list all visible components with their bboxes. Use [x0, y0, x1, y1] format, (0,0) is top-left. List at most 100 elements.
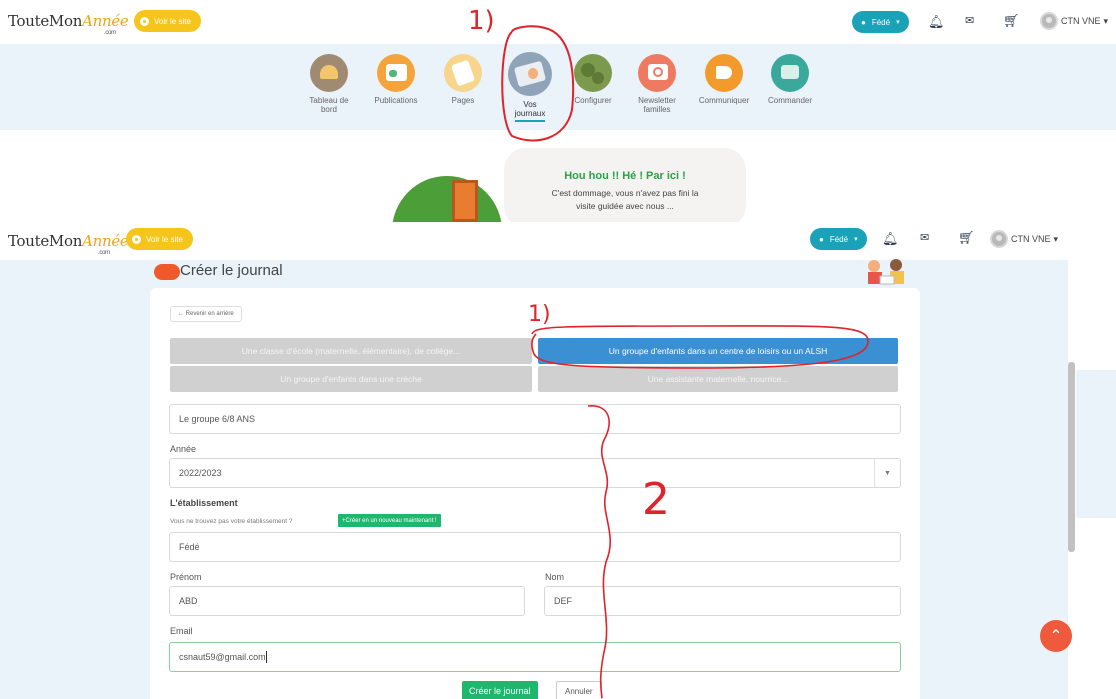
group-name-value: Le groupe 6/8 ANS — [179, 414, 256, 424]
email-field[interactable]: csnaut59@gmail.com — [169, 642, 901, 672]
visit-site-label: Voir le site — [154, 16, 191, 26]
logo-text: TouteMon — [8, 232, 83, 250]
logo-domain: .com — [104, 30, 116, 36]
nav-label: Vos — [523, 100, 537, 109]
logo-text: TouteMon — [8, 12, 83, 30]
annotation-step-1: 1) — [468, 6, 495, 36]
establishment-hint: Vous ne trouvez pas votre établissement … — [170, 518, 293, 525]
main-nav: Tableau de bord Publications Pages Vos jou… — [0, 44, 1116, 130]
publications-icon — [377, 54, 415, 92]
choice-childminder[interactable]: Une assistante maternelle, nourrice... — [538, 366, 898, 392]
chevron-down-icon: ▾ — [1103, 15, 1109, 26]
site-logo[interactable]: TouteMonAnnée .com — [8, 232, 129, 256]
top-bar: TouteMonAnnée .com Voir le site ● Fédé ▾… — [0, 0, 1116, 44]
envelope-icon[interactable]: ✉ — [965, 14, 974, 27]
bell-icon[interactable]: 🔔︎ — [882, 231, 899, 247]
user-menu[interactable]: CTN VNE ▾ — [1040, 12, 1108, 30]
avatar — [1040, 12, 1058, 30]
nav-label: Communiquer — [698, 96, 750, 105]
lastname-field[interactable]: DEF — [544, 586, 901, 616]
kids-illustration — [868, 259, 904, 285]
email-value: csnaut59@gmail.com — [179, 652, 266, 662]
account-menu-button[interactable]: ● Fédé ▾ — [852, 11, 909, 33]
firstname-field[interactable]: ABD — [169, 586, 525, 616]
account-menu-label: Fédé — [871, 17, 891, 27]
lastname-label: Nom — [545, 572, 565, 582]
visit-site-button[interactable]: Voir le site — [134, 10, 201, 32]
bell-icon[interactable]: 🔔︎ — [928, 14, 945, 30]
top-bar: TouteMonAnnée .com Voir le site ● Fédé ▾… — [0, 222, 1116, 260]
cancel-button[interactable]: Annuler — [556, 681, 602, 699]
gears-icon — [574, 54, 612, 92]
cart-icon[interactable]: 🛒︎ — [1003, 13, 1020, 29]
site-logo[interactable]: TouteMonAnnée .com — [8, 12, 129, 36]
visit-site-label: Voir le site — [146, 234, 183, 244]
nav-label: bord — [320, 105, 337, 114]
visit-site-button[interactable]: Voir le site — [126, 228, 193, 250]
choice-leisure-center[interactable]: Un groupe d'enfants dans un centre de lo… — [538, 338, 898, 364]
nav-item-configure[interactable]: Configurer — [565, 54, 621, 105]
user-menu[interactable]: CTN VNE ▾ — [990, 230, 1058, 248]
megaphone-icon — [705, 54, 743, 92]
choice-nursery[interactable]: Un groupe d'enfants dans une crèche — [170, 366, 532, 392]
establishment-value: Fédé — [179, 542, 200, 552]
create-establishment-button[interactable]: + Créer en un nouveau maintenant ! — [338, 514, 441, 527]
newsletter-icon — [638, 54, 676, 92]
account-menu-button[interactable]: ● Fédé ▾ — [810, 228, 867, 250]
page-title: Créer le journal — [180, 262, 283, 279]
page-header: Créer le journal — [150, 260, 920, 290]
annotation-step-2: 2 — [642, 474, 670, 525]
chevron-down-icon: ▾ — [1053, 233, 1059, 244]
logo-domain: .com — [98, 250, 110, 256]
nav-item-newsletter[interactable]: Newsletter familles — [629, 54, 685, 114]
text-cursor — [265, 651, 267, 663]
choice-school-class[interactable]: Une classe d'école (maternelle, élémenta… — [170, 338, 532, 364]
nav-item-communicate[interactable]: Communiquer — [696, 54, 752, 105]
scrollbar[interactable] — [1068, 362, 1075, 552]
establishment-label: L'établissement — [170, 498, 238, 508]
group-name-field[interactable]: Le groupe 6/8 ANS — [169, 404, 901, 434]
scroll-top-button[interactable]: ⌃ — [1040, 620, 1072, 652]
email-label: Email — [170, 626, 193, 636]
account-menu-label: Fédé — [829, 234, 849, 244]
chevron-down-icon: ▼ — [874, 459, 900, 487]
nav-label: Commander — [767, 96, 812, 105]
illustration-door — [452, 180, 478, 222]
nav-label: journaux — [514, 109, 546, 118]
nav-label: familles — [643, 105, 671, 114]
choice-label: Une assistante maternelle, nourrice... — [647, 374, 789, 384]
redaction-mark — [154, 264, 180, 280]
nav-item-publications[interactable]: Publications — [368, 54, 424, 105]
create-journal-button[interactable]: Créer le journal — [462, 681, 538, 699]
back-button[interactable]: ← Revenir en arrière — [170, 306, 242, 322]
user-name: CTN VNE — [1061, 16, 1101, 26]
establishment-field[interactable]: Fédé — [169, 532, 901, 562]
choice-label: Une classe d'école (maternelle, élémenta… — [241, 346, 461, 356]
eye-icon — [132, 234, 141, 244]
year-select[interactable]: 2022/2023 ▼ — [169, 458, 901, 488]
user-name: CTN VNE — [1011, 234, 1051, 244]
annotation-step-1: 1) — [528, 302, 551, 327]
envelope-icon[interactable]: ✉ — [920, 231, 929, 244]
firstname-value: ABD — [179, 596, 198, 606]
nav-label: Tableau de — [309, 96, 349, 105]
nav-item-order[interactable]: Commander — [762, 54, 818, 105]
cart-icon — [771, 54, 809, 92]
nav-label: Newsletter — [638, 96, 676, 105]
home-icon: ● — [861, 17, 866, 27]
nav-label: Pages — [451, 96, 475, 105]
firstname-label: Prénom — [170, 572, 202, 582]
logo-text-accent: Année — [82, 12, 129, 30]
guided-tour-bubble: Hou hou !! Hé ! Par ici ! C'est dommage,… — [504, 148, 746, 222]
nav-item-journals[interactable]: Vos journaux — [502, 52, 558, 122]
cart-icon[interactable]: 🛒︎ — [958, 230, 975, 246]
nav-item-dashboard[interactable]: Tableau de bord — [301, 54, 357, 114]
chevron-down-icon: ▾ — [854, 236, 858, 243]
choice-label: Un groupe d'enfants dans une crèche — [280, 374, 422, 384]
dashboard-icon — [310, 54, 348, 92]
nav-item-pages[interactable]: Pages — [435, 54, 491, 105]
back-label: Revenir en arrière — [185, 311, 234, 317]
pages-icon — [444, 54, 482, 92]
guide-message: visite guidée avec nous ... — [576, 201, 674, 211]
logo-text-accent: Année — [82, 232, 129, 250]
